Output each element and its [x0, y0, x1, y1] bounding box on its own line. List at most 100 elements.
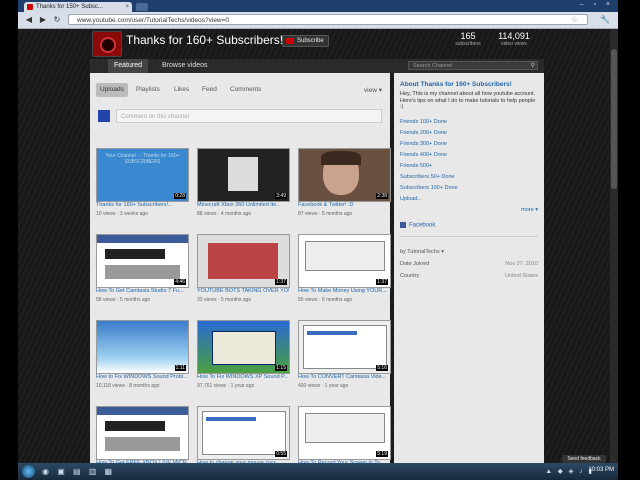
video-meta: 97,761 views · 1 year ago: [197, 383, 255, 389]
reload-icon[interactable]: ↻: [52, 15, 62, 24]
system-tray-icons[interactable]: ▲ ◆ ◈ ♪ ▮: [546, 467, 594, 475]
video-card[interactable]: 0:55 How to change your mouse curs...: [197, 406, 290, 463]
about-sidebar: About Thanks for 160+ Subscribers! Hey, …: [394, 73, 544, 463]
video-thumbnail[interactable]: 5:19: [298, 406, 391, 460]
thumbnail-art: [305, 241, 385, 271]
thumbnail-art: [105, 437, 180, 451]
subscriber-stat: 165 subscribers: [450, 31, 486, 47]
window-controls[interactable]: – ▫ ×: [580, 1, 614, 8]
tab-comments[interactable]: Comments: [226, 83, 265, 97]
video-thumbnail[interactable]: 3:49: [197, 148, 290, 202]
video-card[interactable]: 5:19 How To Record Your Screen in To...: [298, 406, 391, 463]
video-meta: 10 views · 3 weeks ago: [96, 211, 148, 217]
address-bar[interactable]: www.youtube.com/user/TutorialTechs/video…: [68, 14, 588, 25]
owner-link[interactable]: by TutorialTechs ▾: [400, 249, 444, 255]
video-card[interactable]: 5:16 How To CONVERT Camtasia Vide... 400 v…: [298, 320, 391, 406]
video-meta: 33 views · 5 months ago: [197, 297, 252, 303]
video-meta: 58 views · 5 months ago: [96, 297, 151, 303]
video-title[interactable]: YOUTUBE BOTS TAKING OVER YOU...: [197, 288, 289, 294]
date-joined-label: Date Joined: [400, 261, 430, 267]
video-thumbnail[interactable]: 5:16: [298, 320, 391, 374]
search-placeholder: Search Channel: [413, 63, 453, 69]
video-card[interactable]: 2:38 Facebook & Twitter! :D 87 views · 5 m…: [298, 148, 391, 234]
channel-avatar[interactable]: [92, 31, 122, 57]
subscribe-button[interactable]: Subscribe: [282, 35, 329, 47]
view-dropdown[interactable]: view ▾: [364, 86, 382, 94]
video-meta: 55 views · 6 months ago: [298, 297, 353, 303]
video-card[interactable]: How To Get FREE XBOX LIVE MICR...: [96, 406, 189, 463]
thumbnail-art: [228, 157, 258, 191]
video-title[interactable]: How To Get Camtasia Studio 7 Fu...: [96, 288, 188, 294]
video-title[interactable]: Minecraft Xbox 360 Unlimited ite...: [197, 202, 289, 208]
video-title[interactable]: How To Fix WINDOWS XP Sound P...: [197, 374, 289, 380]
thumbnail-art: [206, 417, 256, 421]
video-duration: 0:55: [275, 451, 287, 457]
feed-tabs: Uploads Playlists Likes Feed Comments: [96, 83, 386, 97]
video-card[interactable]: 1:15 How To Fix WINDOWS XP Sound P... 97,7…: [197, 320, 290, 406]
video-card[interactable]: 3:49 Minecraft Xbox 360 Unlimited ite... 8…: [197, 148, 290, 234]
video-meta: 88 views · 4 months ago: [197, 211, 252, 217]
video-title[interactable]: How To Make Money Using YOUR...: [298, 288, 390, 294]
video-card[interactable]: 1:37 How To Make Money Using YOUR... 55 vi…: [298, 234, 391, 320]
more-link[interactable]: more ▾: [521, 207, 538, 213]
tab-browse-videos[interactable]: Browse videos: [156, 59, 214, 73]
tab-uploads[interactable]: Uploads: [96, 83, 128, 97]
goal-item: Friends 300+ Done: [400, 141, 447, 147]
thumbnail-art: [208, 243, 278, 279]
channel-search-input[interactable]: Search Channel ⚲: [408, 61, 538, 70]
start-button[interactable]: [22, 465, 35, 478]
about-heading[interactable]: About Thanks for 160+ Subscribers!: [400, 81, 512, 88]
video-thumbnail[interactable]: [96, 406, 189, 460]
search-icon[interactable]: ⚲: [531, 62, 535, 71]
video-thumbnail[interactable]: 1:15: [197, 320, 290, 374]
channel-tabs: Featured Browse videos Search Channel ⚲: [90, 59, 544, 73]
browser-tab[interactable]: Thanks for 150+ Subsc... ×: [24, 2, 132, 12]
video-card[interactable]: 1:37 YOUTUBE BOTS TAKING OVER YOU... 33 vi…: [197, 234, 290, 320]
tab-playlists[interactable]: Playlists: [132, 83, 164, 97]
tab-close-icon[interactable]: ×: [125, 2, 129, 12]
video-duration: 1:15: [275, 365, 287, 371]
video-thumbnail[interactable]: 1:11: [96, 320, 189, 374]
back-icon[interactable]: ◀: [24, 15, 34, 24]
thumbnail-art: [97, 407, 188, 415]
facebook-label: Facebook: [409, 222, 436, 229]
video-duration: 1:37: [275, 279, 287, 285]
video-title[interactable]: How To CONVERT Camtasia Vide...: [298, 374, 390, 380]
video-card[interactable]: Your Channel ··· Thanks for 160+ SUBSCRI…: [96, 148, 189, 234]
video-thumbnail[interactable]: 1:37: [197, 234, 290, 288]
country-value: United States: [504, 273, 538, 279]
taskbar-app-icons[interactable]: ◉ ▣ ▤ ▥ ▦: [42, 467, 115, 476]
clock[interactable]: 10:03 PM: [588, 467, 614, 473]
goal-item: Friends 200+ Done: [400, 130, 447, 136]
video-title[interactable]: Facebook & Twitter! :D: [298, 202, 390, 208]
video-title[interactable]: Thanks for 160+ Subscribers!...: [96, 202, 188, 208]
thumbnail-art: [105, 265, 180, 279]
comment-input[interactable]: Comment on this channel: [116, 109, 382, 123]
tab-featured[interactable]: Featured: [108, 59, 149, 73]
wrench-menu-icon[interactable]: 🔧: [600, 15, 610, 24]
video-duration: 3:49: [275, 193, 287, 199]
scrollbar-thumb[interactable]: [611, 49, 617, 189]
facebook-link[interactable]: Facebook: [400, 222, 435, 229]
tab-feed[interactable]: Feed: [198, 83, 221, 97]
send-feedback-button[interactable]: Send feedback: [562, 455, 606, 463]
video-title[interactable]: How to Fix WINDOWS Sound Probl...: [96, 374, 188, 380]
page: Thanks for 160+ Subscribers! Subscribe 1…: [18, 29, 618, 463]
video-card[interactable]: 1:11 How to Fix WINDOWS Sound Probl... 10,…: [96, 320, 189, 406]
taskbar: ◉ ▣ ▤ ▥ ▦ ▲ ◆ ◈ ♪ ▮ 10:03 PM: [18, 463, 618, 480]
video-thumbnail[interactable]: 1:37: [298, 234, 391, 288]
video-card[interactable]: 4:46 How To Get Camtasia Studio 7 Fu... 58…: [96, 234, 189, 320]
page-scrollbar[interactable]: [610, 29, 618, 463]
thumbnail-art: [321, 151, 361, 165]
video-thumbnail[interactable]: 0:55: [197, 406, 290, 460]
forward-icon[interactable]: ▶: [38, 15, 48, 24]
video-thumbnail[interactable]: 2:38: [298, 148, 391, 202]
new-tab-button[interactable]: [136, 3, 148, 11]
bookmark-star-icon[interactable]: ☆: [571, 15, 578, 24]
channel-title: Thanks for 160+ Subscribers!: [126, 33, 284, 47]
tab-likes[interactable]: Likes: [170, 83, 193, 97]
video-thumbnail[interactable]: 4:46: [96, 234, 189, 288]
goal-item: Friends 400+ Done: [400, 152, 447, 158]
thumbnail-art: [105, 249, 165, 259]
video-thumbnail[interactable]: Your Channel ··· Thanks for 160+ SUBSCRI…: [96, 148, 189, 202]
